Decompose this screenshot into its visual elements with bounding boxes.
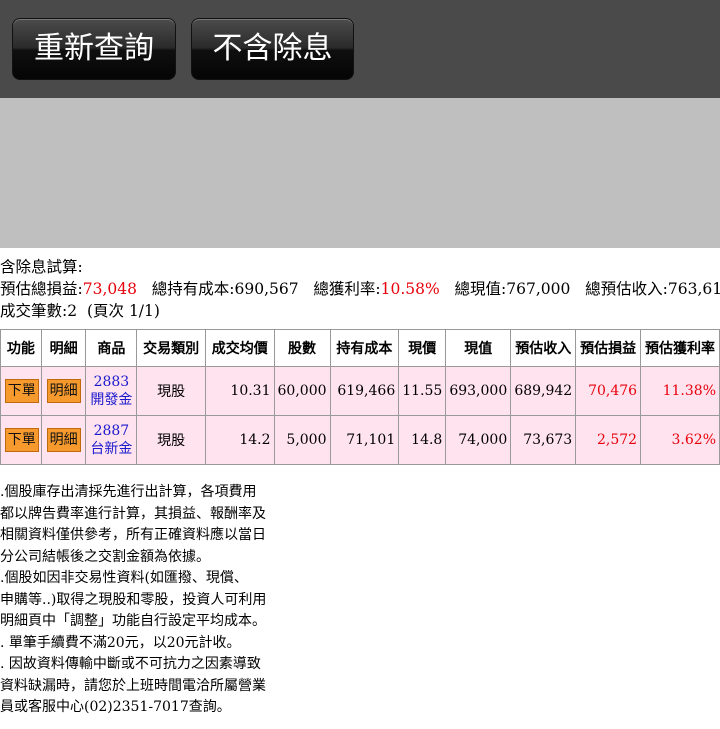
col-income: 預估收入 bbox=[510, 329, 577, 367]
order-button[interactable]: 下單 bbox=[4, 428, 39, 452]
count-value: 2 bbox=[67, 302, 78, 320]
est-pl-value: 73,048 bbox=[82, 280, 137, 298]
col-trade-type: 交易類別 bbox=[136, 329, 206, 367]
trade-type-cell: 現股 bbox=[136, 366, 206, 416]
col-pl: 預估損益 bbox=[575, 329, 642, 367]
product-link[interactable]: 2887 台新金 bbox=[89, 422, 133, 458]
table-header-row: 功能 明細 商品 交易類別 成交均價 股數 持有成本 現價 現值 預估收入 預估… bbox=[0, 329, 720, 367]
note-line: . 單筆手續費不滿20元，以20元計收。 bbox=[0, 634, 241, 651]
detail-button[interactable]: 明細 bbox=[46, 428, 81, 452]
price-cell: 11.55 bbox=[398, 366, 447, 416]
note-line: .個股如因非交易性資料(如匯撥、現償、 bbox=[0, 570, 248, 586]
total-return-label: 總獲利率: bbox=[313, 280, 381, 298]
product-name: 開發金 bbox=[90, 392, 133, 408]
summary-count: 成交筆數:2 (頁次 1/1) bbox=[0, 300, 720, 322]
total-cost-label: 總持有成本: bbox=[151, 280, 235, 298]
detail-button[interactable]: 明細 bbox=[46, 379, 81, 403]
order-cell: 下單 bbox=[0, 366, 42, 416]
disclaimer-notes: .個股庫存出清採先進行出計算，各項費用 都以牌告費率進行計算，其損益、報酬率及 … bbox=[0, 482, 290, 719]
exclude-dividend-button[interactable]: 不含除息 bbox=[191, 18, 354, 80]
col-price: 現價 bbox=[398, 329, 447, 367]
product-link[interactable]: 2883 開發金 bbox=[89, 373, 133, 409]
order-button[interactable]: 下單 bbox=[4, 379, 39, 403]
pl-cell: 2,572 bbox=[575, 415, 642, 465]
avg-price-cell: 14.2 bbox=[204, 415, 275, 465]
product-cell: 2887 台新金 bbox=[85, 415, 138, 465]
rate-cell: 3.62% bbox=[640, 415, 720, 465]
cost-cell: 619,466 bbox=[329, 366, 400, 416]
order-cell: 下單 bbox=[0, 415, 42, 465]
holdings-table: 功能 明細 商品 交易類別 成交均價 股數 持有成本 現價 現值 預估收入 預估… bbox=[0, 329, 720, 465]
product-name: 台新金 bbox=[90, 441, 133, 457]
income-cell: 73,673 bbox=[510, 415, 577, 465]
detail-cell: 明細 bbox=[40, 415, 87, 465]
est-pl-label: 預估總損益: bbox=[0, 280, 83, 298]
count-label: 成交筆數: bbox=[0, 302, 68, 320]
summary-totals: 預估總損益:73,048 總持有成本:690,567 總獲利率:10.58% 總… bbox=[0, 278, 720, 300]
table-row: 下單 明細 2883 開發金 現股 10.31 60,000 619,466 11… bbox=[0, 366, 720, 416]
top-toolbar: 重新查詢 不含除息 bbox=[0, 0, 720, 98]
rate-cell: 11.38% bbox=[640, 366, 720, 416]
note-line: 申購等..)取得之現股和零股，投資人可利用 bbox=[0, 591, 267, 608]
cost-cell: 71,101 bbox=[329, 415, 400, 465]
col-shares: 股數 bbox=[273, 329, 331, 367]
product-cell: 2883 開發金 bbox=[85, 366, 138, 416]
note-line: 明細頁中「調整」功能自行設定平均成本。 bbox=[0, 613, 266, 629]
col-cost: 持有成本 bbox=[329, 329, 400, 367]
requery-button[interactable]: 重新查詢 bbox=[12, 18, 176, 80]
note-line: 資料缺漏時，請您於上班時間電洽所屬營業 bbox=[0, 677, 266, 694]
page-indicator: (頁次 1/1) bbox=[86, 302, 160, 320]
col-avg-price: 成交均價 bbox=[204, 329, 275, 367]
col-function: 功能 bbox=[0, 329, 42, 367]
note-line: 員或客服中心(02)2351-7017查詢。 bbox=[0, 699, 231, 715]
avg-price-cell: 10.31 bbox=[204, 366, 275, 416]
shares-cell: 60,000 bbox=[273, 366, 331, 416]
col-product: 商品 bbox=[85, 329, 138, 367]
product-code: 2887 bbox=[93, 423, 130, 439]
note-line: . 因故資料傳輸中斷或不可抗力之因素導致 bbox=[0, 656, 261, 672]
note-line: 都以牌告費率進行計算，其損益、報酬率及 bbox=[0, 505, 266, 522]
col-value: 現值 bbox=[445, 329, 512, 367]
total-value-value: 767,000 bbox=[506, 280, 571, 298]
summary: 含除息試算: 預估總損益:73,048 總持有成本:690,567 總獲利率:1… bbox=[0, 256, 720, 322]
detail-cell: 明細 bbox=[40, 366, 87, 416]
pl-cell: 70,476 bbox=[575, 366, 642, 416]
price-cell: 14.8 bbox=[398, 415, 447, 465]
est-income-label: 總預估收入: bbox=[585, 280, 668, 298]
est-income-value: 763,615 bbox=[667, 280, 720, 298]
blank-panel bbox=[0, 98, 720, 248]
note-line: 相關資料僅供參考，所有正確資料應以當日 bbox=[0, 527, 266, 543]
shares-cell: 5,000 bbox=[273, 415, 331, 465]
total-cost-value: 690,567 bbox=[234, 280, 299, 298]
value-cell: 693,000 bbox=[445, 366, 512, 416]
note-line: 分公司結帳後之交割金額為依據。 bbox=[0, 548, 210, 565]
income-cell: 689,942 bbox=[510, 366, 577, 416]
value-cell: 74,000 bbox=[445, 415, 512, 465]
product-code: 2883 bbox=[93, 374, 130, 390]
col-rate: 預估獲利率 bbox=[640, 329, 720, 367]
table-row: 下單 明細 2887 台新金 現股 14.2 5,000 71,101 14.8 … bbox=[0, 415, 720, 465]
col-detail: 明細 bbox=[40, 329, 87, 367]
note-line: .個股庫存出清採先進行出計算，各項費用 bbox=[0, 484, 257, 500]
summary-heading: 含除息試算: bbox=[0, 258, 83, 276]
trade-type-cell: 現股 bbox=[136, 415, 206, 465]
total-return-value: 10.58% bbox=[380, 280, 440, 298]
total-value-label: 總現值: bbox=[454, 280, 507, 298]
